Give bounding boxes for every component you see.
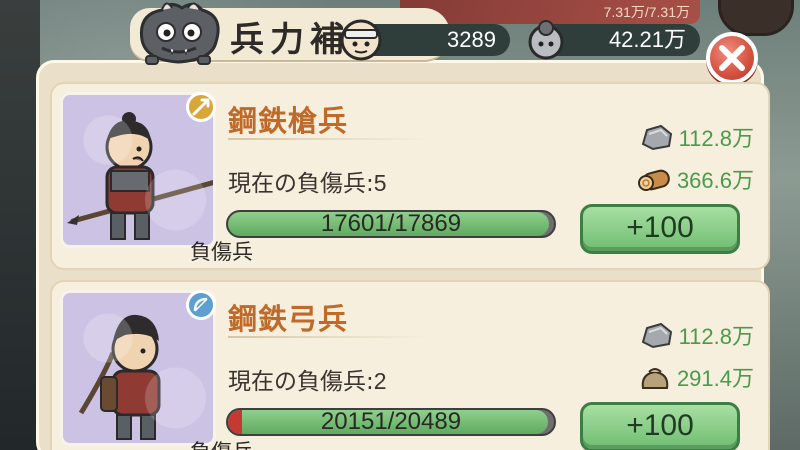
unit-name: 鋼鉄弓兵 bbox=[228, 302, 349, 336]
troop-progress-text: 17601/17869 bbox=[320, 210, 462, 237]
cost-stone: 112.8万 bbox=[614, 120, 754, 154]
add-100-button[interactable]: +100 bbox=[580, 402, 740, 450]
unit-card-archer: 鋼鉄弓兵 現在の負傷兵:2 20151/20489 負傷兵 112.8万 291… bbox=[50, 280, 770, 450]
background-left-strip bbox=[0, 0, 40, 450]
cost-value: 112.8万 bbox=[678, 324, 754, 349]
troop-progress-bar: 20151/20489 bbox=[226, 408, 556, 436]
grain-sack-icon bbox=[641, 368, 669, 389]
cost-value: 291.4万 bbox=[676, 366, 754, 391]
resource-troops-pill: 42.21万 bbox=[528, 20, 700, 60]
close-icon bbox=[719, 45, 745, 71]
bow-badge-icon bbox=[186, 290, 216, 320]
wounded-label: 現在の負傷兵: bbox=[228, 171, 374, 197]
resource-soldiers-value: 3289 bbox=[447, 27, 496, 52]
wood-log-icon bbox=[637, 169, 670, 191]
wounded-tag: 負傷兵 bbox=[190, 436, 253, 450]
wounded-value: 2 bbox=[373, 368, 387, 394]
stone-icon bbox=[641, 124, 672, 151]
wounded-tag: 負傷兵 bbox=[190, 240, 253, 264]
unit-name: 鋼鉄槍兵 bbox=[228, 104, 349, 138]
soldier-head-icon bbox=[340, 19, 382, 61]
name-divider bbox=[228, 138, 428, 140]
add-100-button[interactable]: +100 bbox=[580, 204, 740, 254]
wounded-count: 現在の負傷兵:2 bbox=[228, 362, 387, 396]
cost-wood: 366.6万 bbox=[614, 162, 754, 196]
wounded-label: 現在の負傷兵: bbox=[228, 369, 374, 395]
cost-grain: 291.4万 bbox=[614, 360, 754, 394]
name-divider bbox=[228, 336, 428, 338]
resource-troops-value: 42.21万 bbox=[608, 27, 686, 52]
close-button[interactable] bbox=[706, 32, 758, 84]
troop-progress-text: 20151/20489 bbox=[320, 408, 462, 435]
spear-badge-icon bbox=[186, 92, 216, 122]
cost-value: 366.6万 bbox=[676, 168, 754, 193]
cost-value: 112.8万 bbox=[678, 126, 754, 151]
soldier-group-icon bbox=[528, 20, 564, 60]
cost-stone: 112.8万 bbox=[614, 318, 754, 352]
dragon-mascot-icon bbox=[139, 2, 220, 65]
stone-icon bbox=[641, 322, 672, 349]
resource-soldiers-pill: 3289 bbox=[340, 19, 510, 61]
wounded-value: 5 bbox=[373, 170, 387, 196]
unit-card-spearman: 鋼鉄槍兵 現在の負傷兵:5 17601/17869 負傷兵 112.8万 366… bbox=[50, 82, 770, 270]
wounded-count: 現在の負傷兵:5 bbox=[228, 164, 387, 198]
troop-progress-bar: 17601/17869 bbox=[226, 210, 556, 238]
